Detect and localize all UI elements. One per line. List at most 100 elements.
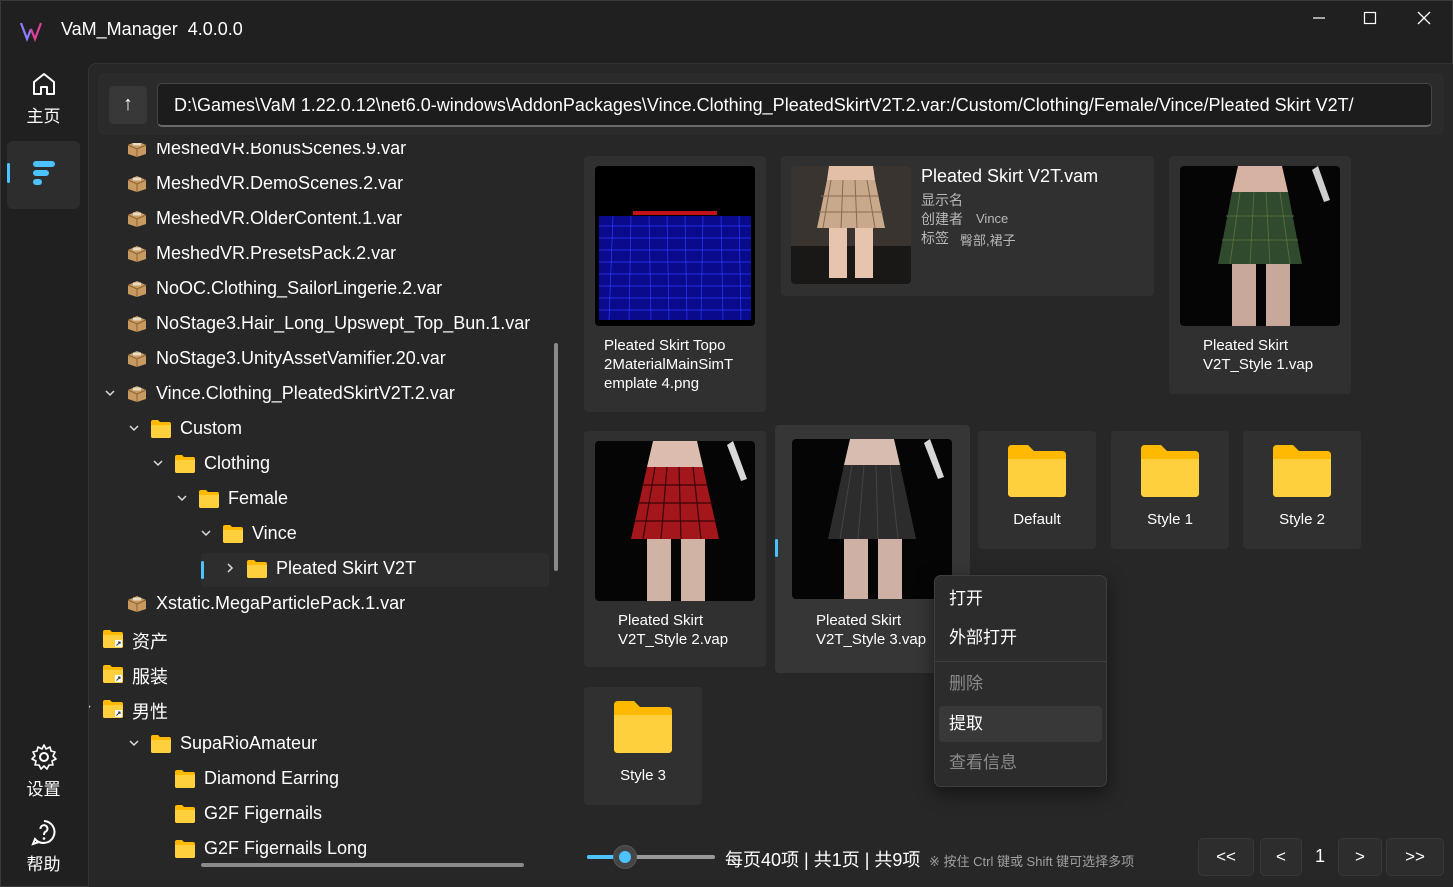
selection-indicator [775,539,778,557]
package-icon [127,175,147,193]
close-button[interactable] [1402,9,1446,33]
file-name: Pleated Skirt V2T_Style 3.vap [816,612,927,648]
folder-tree[interactable]: MeshedVR.BonusScenes.9.var MeshedVR.DemoS… [89,143,564,887]
folder-tile-style3[interactable]: Style 3 [584,687,702,805]
folder-icon [223,525,243,543]
chevron-down-icon[interactable] [175,491,189,505]
tree-item[interactable]: Pleated Skirt V2T [89,553,549,588]
path-input[interactable]: D:\Games\VaM 1.22.0.12\net6.0-windows\Ad… [157,83,1432,127]
tree-item-label: MeshedVR.PresetsPack.2.var [156,243,397,263]
tags-label: 标签 [921,230,949,246]
tree-item[interactable]: Clothing [89,448,549,483]
tree-item[interactable]: NoStage3.Hair_Long_Upswept_Top_Bun.1.var [89,308,549,343]
tree-item[interactable]: MeshedVR.OlderContent.1.var [89,203,549,238]
menu-item-open-external[interactable]: 外部打开 [939,620,1102,656]
folder-icon [175,805,195,823]
nav-settings[interactable]: 设置 [7,737,80,799]
app-logo-icon [19,22,43,43]
tree-item[interactable]: NoOC.Clothing_SailorLingerie.2.var [89,273,549,308]
menu-item-delete[interactable]: 删除 [939,666,1102,702]
tree-item-label: SupaRioAmateur [180,733,318,753]
tree-item[interactable]: MeshedVR.BonusScenes.9.var [89,143,549,168]
folder-icon [175,770,195,788]
tree-item[interactable]: 服装 [89,658,549,693]
tree-item[interactable]: 男性 [89,693,549,728]
selection-hint: ※ 按住 Ctrl 键或 Shift 键可选择多项 [929,854,1135,869]
file-tile-style2[interactable]: Pleated Skirt V2T_Style 2.vap [584,431,766,667]
tree-item[interactable]: Xstatic.MegaParticlePack.1.var [89,588,549,623]
tree-item-label: NoStage3.Hair_Long_Upswept_Top_Bun.1.var [156,313,531,333]
minimize-button[interactable] [1297,9,1341,33]
folder-tile-style2[interactable]: Style 2 [1243,431,1361,549]
menu-item-extract[interactable]: 提取 [939,706,1102,742]
tree-item-label: 男性 [132,702,168,722]
close-icon [1417,11,1431,25]
tree-item[interactable]: 资产 [89,623,549,658]
tree-item[interactable]: NoStage3.UnityAssetVamifier.20.var [89,343,549,378]
tree-item[interactable]: Vince [89,518,549,553]
folder-icon [199,490,219,508]
tree-item[interactable]: Female [89,483,549,518]
tree-horizontal-scrollbar[interactable] [201,863,524,867]
file-name: Pleated Skirt V2T_Style 2.vap [618,612,729,648]
file-name: Pleated Skirt V2T_Style 1.vap [1203,337,1314,373]
tree-item-label: NoStage3.UnityAssetVamifier.20.var [156,348,446,368]
chevron-down-icon[interactable] [127,736,141,750]
file-tile-style1[interactable]: Pleated Skirt V2T_Style 1.vap [1169,156,1351,394]
tree-item[interactable]: MeshedVR.PresetsPack.2.var [89,238,549,273]
tree-item[interactable]: SupaRioAmateur [89,728,549,763]
creator-label: 创建者 [921,211,963,227]
folder-icon [614,701,672,753]
chevron-down-icon[interactable] [151,456,165,470]
current-page: 1 [1314,846,1325,866]
tree-selection-indicator [201,561,204,579]
package-icon [127,280,147,298]
chevron-down-icon[interactable] [199,526,213,540]
folder-icon [1008,445,1066,497]
folder-icon [175,840,195,858]
tree-item[interactable]: Diamond Earring [89,763,549,798]
folder-icon [247,560,267,578]
nav-packages[interactable] [7,141,80,209]
tree-item[interactable]: G2F Figernails [89,798,549,833]
last-page-button[interactable]: >> [1386,838,1444,876]
package-icon [127,350,147,368]
package-icon [127,143,147,158]
context-menu: 打开 外部打开 删除 提取 查看信息 [934,575,1107,787]
first-page-button[interactable]: << [1198,838,1254,876]
vam-title: Pleated Skirt V2T.vam [921,166,1099,186]
menu-separator [935,661,1106,662]
file-tile-texture[interactable]: Pleated Skirt Topo 2MaterialMainSimT emp… [584,156,766,412]
tree-item[interactable]: Vince.Clothing_PleatedSkirtV2T.2.var [89,378,549,413]
tree-item-label: Vince [252,523,297,543]
maximize-button[interactable] [1348,9,1392,33]
nav-home[interactable]: 主页 [7,64,80,126]
nav-help[interactable]: 帮助 [7,812,80,874]
folder-icon [1273,445,1331,497]
folder-icon [1141,445,1199,497]
page-info: 每页40项 | 共1页 | 共9项 [725,850,921,870]
file-tile-vam[interactable]: Pleated Skirt V2T.vam 显示名 创建者 Vince 标签 臀… [781,156,1154,296]
nav-settings-label: 设置 [26,780,61,799]
tree-item[interactable]: MeshedVR.DemoScenes.2.var [89,168,549,203]
menu-item-info[interactable]: 查看信息 [939,745,1102,781]
chevron-down-icon[interactable] [103,386,117,400]
chevron-down-icon[interactable] [127,421,141,435]
folder-tile-style1[interactable]: Style 1 [1111,431,1229,549]
up-button[interactable]: ↑ [109,86,147,124]
tree-item[interactable]: Custom [89,413,549,448]
chevron-down-icon[interactable] [89,701,93,715]
style3-thumbnail [792,439,952,599]
tree-vertical-scrollbar[interactable] [554,343,558,571]
package-icon [127,595,147,613]
next-page-button[interactable]: > [1338,838,1382,876]
folder-link-icon [103,665,123,683]
list-icon [33,161,55,185]
app-title: VaM_Manager 4.0.0.0 [61,19,243,39]
chevron-right-icon[interactable] [223,561,237,575]
menu-item-open[interactable]: 打开 [939,581,1102,617]
home-icon [33,73,55,95]
nav-active-indicator [7,163,10,183]
prev-page-button[interactable]: < [1260,838,1302,876]
folder-tile-default[interactable]: Default [978,431,1096,549]
